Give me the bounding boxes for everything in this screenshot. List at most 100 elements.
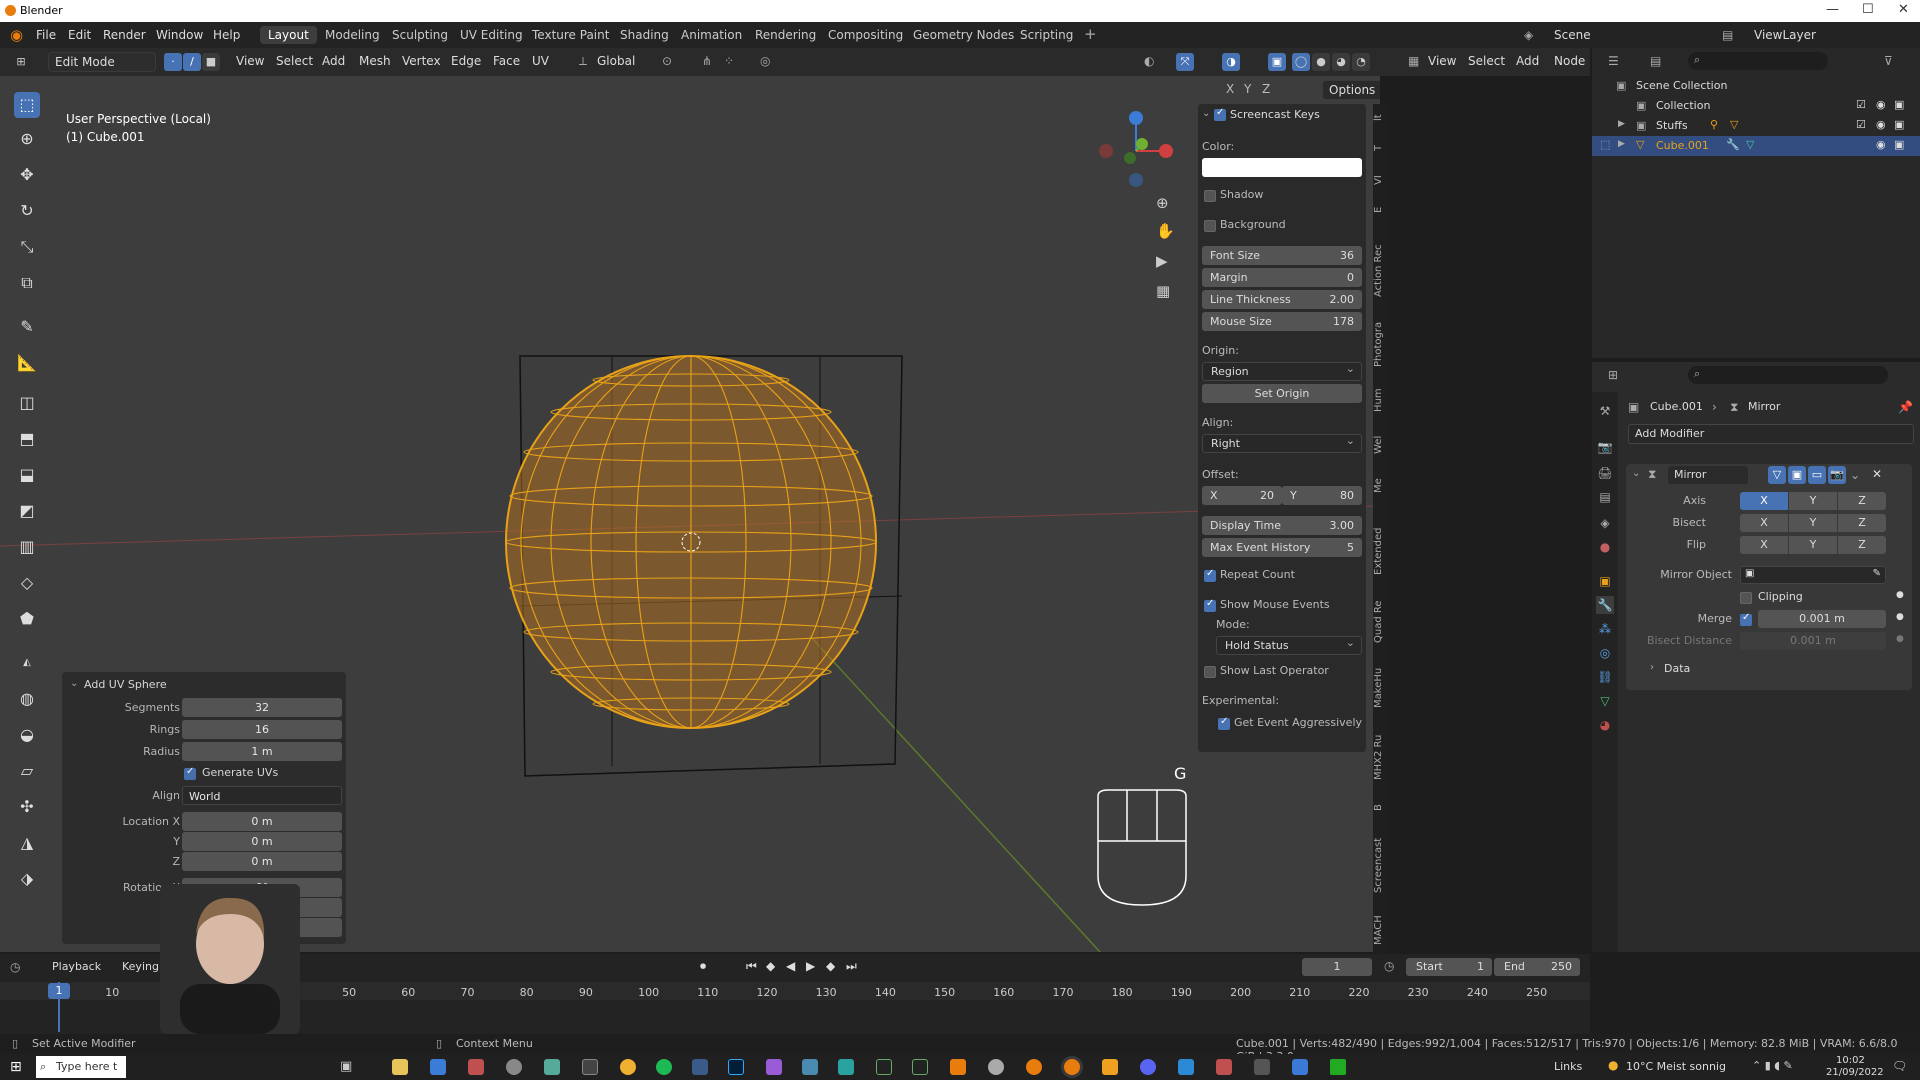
axis-z-toggle[interactable]: Z: [1838, 492, 1886, 510]
properties-editor-icon[interactable]: ⊞: [1608, 368, 1618, 382]
remove-modifier-icon[interactable]: ✕: [1872, 467, 1882, 481]
clock-icon[interactable]: ◷: [1384, 959, 1394, 973]
blender-taskbar-icon[interactable]: [1064, 1059, 1080, 1075]
side-tab[interactable]: MHX2 Ru: [1373, 728, 1389, 786]
knife-tool-icon[interactable]: ◇: [14, 570, 40, 596]
side-tab[interactable]: Photogra: [1373, 316, 1389, 372]
tab-texture-paint[interactable]: Texture Paint: [524, 26, 617, 44]
prev-keyframe-icon[interactable]: ◆: [766, 959, 775, 973]
margin-field[interactable]: Margin 0: [1202, 268, 1362, 287]
tab-rendering[interactable]: Rendering: [747, 26, 824, 44]
annotate-tool-icon[interactable]: ✎: [14, 314, 40, 340]
expand-arrow-icon[interactable]: ›: [1650, 662, 1654, 673]
navigation-gizmo[interactable]: [1099, 111, 1173, 187]
world-tab-icon[interactable]: ●: [1596, 538, 1614, 556]
menu-file[interactable]: File: [36, 28, 56, 42]
play-icon[interactable]: ▶: [806, 959, 815, 973]
exclude-checkbox-icon[interactable]: ☑: [1856, 98, 1866, 111]
location-z-field[interactable]: 0 m: [182, 852, 342, 871]
spin-tool-icon[interactable]: ⬗: [14, 866, 40, 892]
playback-menu[interactable]: Playback: [52, 960, 101, 973]
menu-vertex[interactable]: Vertex: [402, 54, 441, 68]
face-select-icon[interactable]: ■: [202, 53, 220, 71]
show-last-operator-checkbox[interactable]: [1204, 666, 1216, 678]
shadow-checkbox[interactable]: [1204, 190, 1216, 202]
menu-add[interactable]: Add: [322, 54, 345, 68]
close-icon[interactable]: ✕: [1898, 2, 1909, 17]
start-frame-field[interactable]: Start 1: [1406, 958, 1492, 976]
material-tab-icon[interactable]: ◕: [1596, 716, 1614, 734]
move-tool-icon[interactable]: ✥: [14, 162, 40, 188]
node-menu-view[interactable]: View: [1428, 54, 1456, 68]
vertex-select-icon[interactable]: ·: [164, 53, 182, 71]
menu-face[interactable]: Face: [493, 54, 520, 68]
edit-mode-toggle-icon[interactable]: ▽: [1768, 466, 1786, 484]
node-menu-add[interactable]: Add: [1516, 54, 1539, 68]
tab-compositing[interactable]: Compositing: [820, 26, 911, 44]
side-tab[interactable]: E: [1373, 202, 1389, 218]
offset-x-field[interactable]: X 20: [1202, 486, 1282, 505]
app-icon[interactable]: [692, 1059, 708, 1075]
edge-select-icon[interactable]: /: [183, 53, 201, 71]
keying-menu[interactable]: Keying: [122, 960, 159, 973]
node-menu-node[interactable]: Node: [1554, 54, 1585, 68]
axis-lock-y[interactable]: Y: [1244, 82, 1251, 96]
background-checkbox[interactable]: [1204, 220, 1216, 232]
menu-view[interactable]: View: [236, 54, 264, 68]
outliner-search-input[interactable]: ⌕: [1688, 52, 1828, 70]
data-tab-icon[interactable]: ▽: [1596, 692, 1614, 710]
color-swatch[interactable]: [1202, 158, 1362, 177]
eye-icon[interactable]: ◉: [1876, 138, 1886, 151]
exclude-checkbox-icon[interactable]: ☑: [1856, 118, 1866, 131]
app-icon[interactable]: [506, 1059, 522, 1075]
smooth-tool-icon[interactable]: ◍: [14, 686, 40, 712]
collapse-chevron-icon[interactable]: ⌄: [70, 678, 78, 689]
gizmo-icon[interactable]: ⤧: [1176, 53, 1194, 71]
location-x-field[interactable]: 0 m: [182, 812, 342, 831]
pan-hand-icon[interactable]: ✋: [1156, 222, 1175, 240]
play-reverse-icon[interactable]: ◀: [786, 959, 795, 973]
bisect-z-toggle[interactable]: Z: [1838, 514, 1886, 532]
edit-mode-icon[interactable]: ⬚: [1600, 138, 1610, 151]
app-icon[interactable]: [766, 1059, 782, 1075]
app-icon[interactable]: [876, 1059, 892, 1075]
output-tab-icon[interactable]: 🖨: [1596, 464, 1614, 482]
flip-x-toggle[interactable]: X: [1740, 536, 1788, 554]
app-icon[interactable]: [950, 1059, 966, 1075]
menu-window[interactable]: Window: [156, 28, 203, 42]
app-icon[interactable]: [1102, 1059, 1118, 1075]
app-icon[interactable]: [988, 1059, 1004, 1075]
orientation-dropdown[interactable]: Global: [597, 54, 635, 68]
side-tab[interactable]: lt: [1373, 108, 1389, 128]
side-tab[interactable]: Wel: [1373, 432, 1389, 458]
solid-shading-icon[interactable]: ●: [1312, 53, 1330, 71]
segments-field[interactable]: 32: [182, 698, 342, 717]
outliner-row-collection[interactable]: ▣ Collection ☑ ◉ ▣: [1592, 96, 1920, 116]
object-tab-icon[interactable]: ▣: [1596, 572, 1614, 590]
snap-icon[interactable]: ⋔: [702, 54, 712, 68]
task-view-icon[interactable]: ▣: [340, 1059, 356, 1075]
scale-tool-icon[interactable]: ⤡: [14, 234, 40, 260]
inset-tool-icon[interactable]: ⬓: [14, 462, 40, 488]
app-icon[interactable]: [1254, 1059, 1270, 1075]
app-icon[interactable]: [1216, 1059, 1232, 1075]
side-tab[interactable]: Hum: [1373, 384, 1389, 416]
screencast-enable-checkbox[interactable]: [1214, 107, 1226, 121]
render-tab-icon[interactable]: 📷: [1596, 438, 1614, 456]
camera-icon[interactable]: ▣: [1894, 118, 1904, 131]
overlay-icon[interactable]: ◑: [1222, 53, 1240, 71]
app-icon[interactable]: [1178, 1059, 1194, 1075]
camera-view-icon[interactable]: ▶: [1156, 252, 1168, 270]
merge-distance-field[interactable]: 0.001 m: [1758, 610, 1886, 628]
material-shading-icon[interactable]: ◕: [1332, 53, 1350, 71]
cursor-tool-icon[interactable]: ⊕: [14, 126, 40, 152]
align-dropdown[interactable]: World: [182, 786, 342, 805]
align-dropdown[interactable]: Right: [1202, 432, 1362, 453]
app-icon[interactable]: [544, 1059, 560, 1075]
menu-select[interactable]: Select: [276, 54, 313, 68]
transform-tool-icon[interactable]: ⧉: [14, 270, 40, 296]
flip-y-toggle[interactable]: Y: [1789, 536, 1837, 554]
shear-tool-icon[interactable]: ▱: [14, 758, 40, 784]
collapse-chevron-icon[interactable]: ⌄: [1632, 468, 1640, 479]
camera-icon[interactable]: ▣: [1894, 138, 1904, 151]
